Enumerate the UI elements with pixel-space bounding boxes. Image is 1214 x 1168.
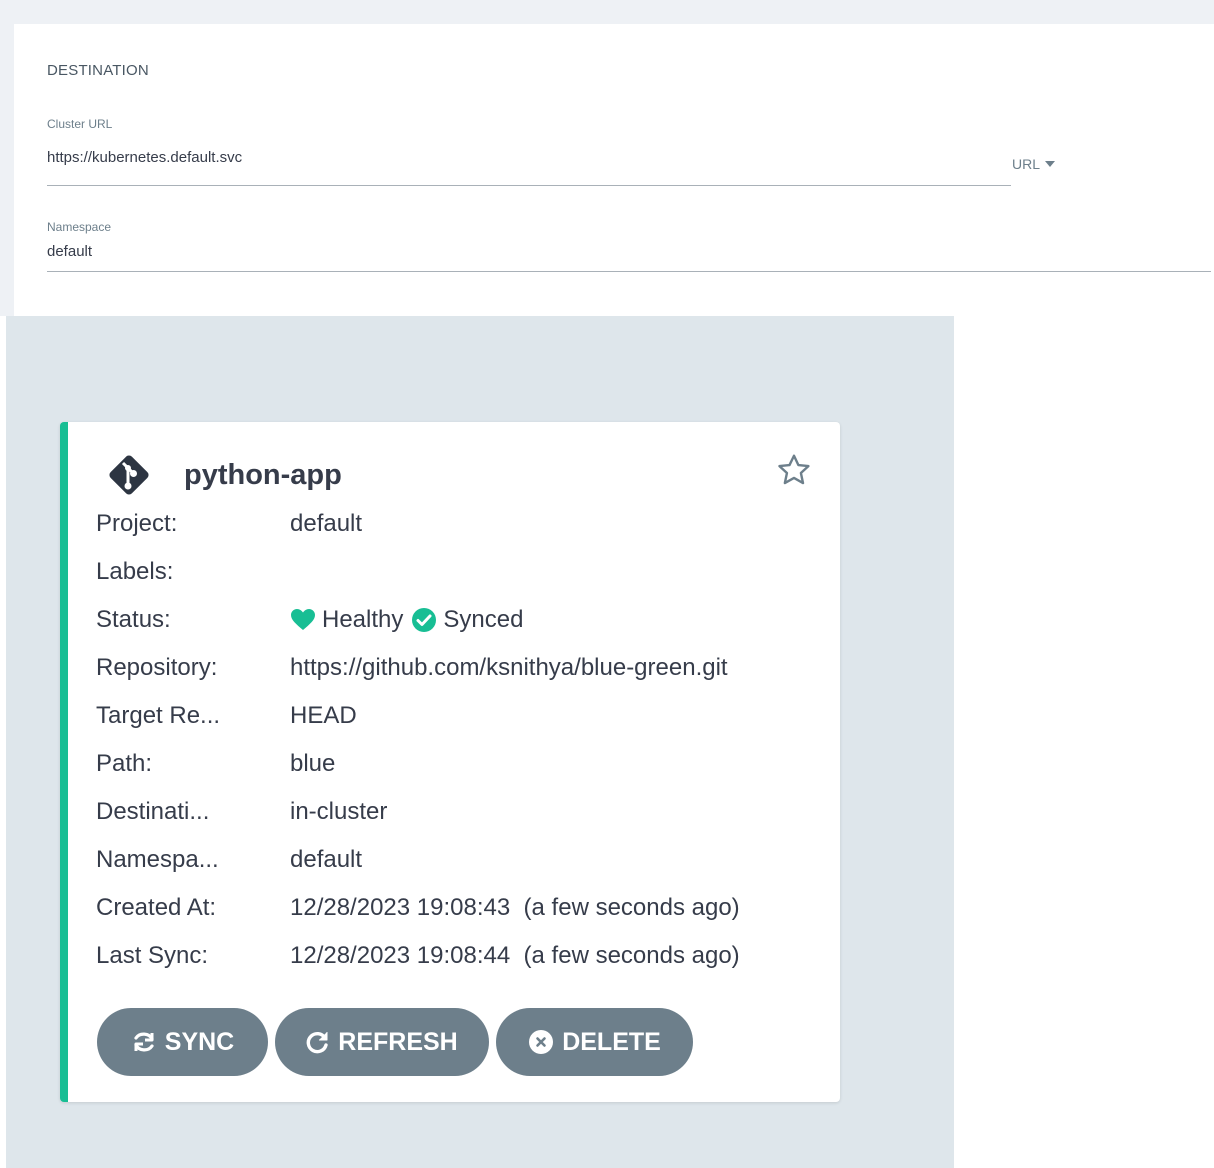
card-header: python-app: [104, 450, 342, 500]
last-sync-value: 12/28/2023 19:08:44 (a few seconds ago): [290, 942, 740, 969]
health-status: Healthy: [322, 606, 404, 633]
namespace-key: Namespa...: [96, 846, 219, 873]
cluster-url-label: Cluster URL: [47, 117, 113, 131]
url-type-label: URL: [1012, 156, 1041, 172]
sync-status: Synced: [443, 606, 524, 633]
namespace-row: Namespa... default: [96, 844, 362, 876]
sync-button[interactable]: SYNC: [97, 1008, 268, 1076]
application-card[interactable]: python-app Project: default Labels: Stat…: [60, 422, 840, 1102]
namespace-value: default: [290, 846, 363, 873]
labels-key: Labels:: [96, 558, 174, 585]
heart-icon: [291, 609, 315, 630]
url-type-dropdown[interactable]: URL: [1012, 156, 1056, 172]
namespace-label: Namespace: [47, 220, 112, 234]
sync-icon: [134, 1032, 154, 1052]
destination-panel: DESTINATION Cluster URL https://kubernet…: [14, 24, 1214, 316]
path-value: blue: [290, 750, 336, 777]
repository-link[interactable]: https://github.com/ksnithya/blue-green.g…: [290, 654, 728, 682]
repository-row: Repository: https://github.com/ksnithya/…: [96, 652, 728, 684]
destination-row: Destinati... in-cluster: [96, 796, 387, 828]
created-at-value: 12/28/2023 19:08:43 (a few seconds ago): [290, 894, 740, 921]
git-diamond-icon: [109, 455, 149, 495]
created-at-key: Created At:: [96, 894, 217, 921]
refresh-button[interactable]: REFRESH: [275, 1008, 489, 1076]
delete-button[interactable]: DELETE: [496, 1008, 693, 1076]
star-outline-icon[interactable]: [776, 452, 812, 488]
target-revision-row: Target Re... HEAD: [96, 700, 357, 732]
labels-row: Labels:: [96, 556, 290, 588]
destination-value: in-cluster: [290, 798, 388, 825]
redo-icon: [306, 1031, 328, 1054]
app-name[interactable]: python-app: [184, 459, 342, 492]
target-revision-key: Target Re...: [96, 702, 221, 729]
namespace-underline: [47, 271, 1211, 272]
delete-button-label: DELETE: [562, 1027, 661, 1056]
cluster-url-input[interactable]: https://kubernetes.default.svc: [47, 149, 242, 166]
cluster-url-underline: [47, 185, 1011, 186]
status-value: Healthy Synced: [290, 606, 523, 634]
close-circle-icon: [529, 1030, 554, 1054]
path-row: Path: blue: [96, 748, 335, 780]
status-key: Status:: [96, 606, 171, 633]
namespace-input[interactable]: default: [47, 243, 92, 260]
last-sync-key: Last Sync:: [96, 942, 209, 969]
destination-key: Destinati...: [96, 798, 210, 825]
project-key: Project:: [96, 510, 178, 537]
project-value: default: [290, 510, 363, 537]
created-at-row: Created At: 12/28/2023 19:08:43 (a few s…: [96, 892, 740, 924]
project-row: Project: default: [96, 508, 362, 540]
sync-button-label: SYNC: [164, 1027, 235, 1056]
check-circle-icon: [412, 608, 437, 632]
target-revision-value: HEAD: [290, 702, 357, 729]
path-key: Path:: [96, 750, 153, 777]
refresh-button-label: REFRESH: [338, 1027, 458, 1056]
last-sync-row: Last Sync: 12/28/2023 19:08:44 (a few se…: [96, 940, 740, 972]
section-title: DESTINATION: [47, 62, 149, 79]
repository-key: Repository:: [96, 654, 218, 681]
caret-down-icon: [1045, 161, 1056, 167]
status-row: Status: Healthy Synced: [96, 604, 523, 636]
